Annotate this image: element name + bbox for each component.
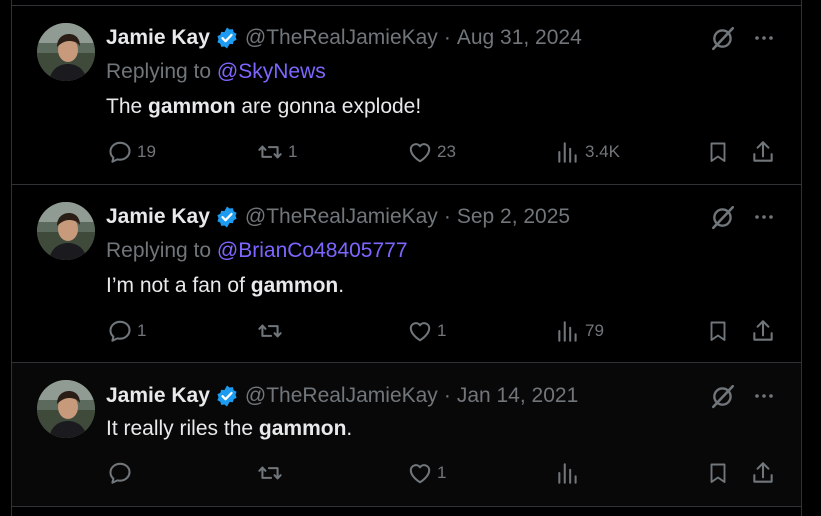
reply-button[interactable]: 19 xyxy=(107,139,156,165)
repost-icon xyxy=(256,460,284,486)
views-count: 79 xyxy=(585,321,604,340)
bookmark-button[interactable] xyxy=(706,139,730,165)
like-icon xyxy=(407,139,433,165)
views-count: 3.4K xyxy=(585,142,620,161)
avatar[interactable] xyxy=(37,380,95,438)
like-icon xyxy=(407,318,433,344)
bookmark-icon xyxy=(706,460,730,486)
author-handle[interactable]: @TheRealJamieKay xyxy=(245,384,438,408)
replying-to-mention[interactable]: @BrianCo48405777 xyxy=(217,239,408,262)
tweet-text: It really riles the gammon. xyxy=(106,417,352,441)
tweet-text: I’m not a fan of gammon. xyxy=(106,274,344,298)
separator-dot: · xyxy=(443,384,451,407)
like-count: 1 xyxy=(437,321,447,340)
tweet-text-part: are gonna explode! xyxy=(235,95,422,118)
repost-button[interactable] xyxy=(256,318,288,344)
repost-icon xyxy=(256,318,284,344)
tweet-date[interactable]: Sep 2, 2025 xyxy=(457,205,570,229)
tweet-text-bold: gammon xyxy=(258,417,347,440)
reply-button[interactable] xyxy=(107,460,137,486)
more-icon[interactable] xyxy=(752,26,776,50)
share-icon xyxy=(750,139,776,165)
separator-dot: · xyxy=(443,26,451,49)
tweet[interactable]: Jamie Kay @TheRealJamieKay · Jan 14, 202… xyxy=(12,363,801,507)
tweet-text-part: It really riles the xyxy=(106,417,259,440)
share-button[interactable] xyxy=(750,460,776,486)
views-icon xyxy=(555,318,581,344)
replying-to-label: Replying to xyxy=(106,239,212,262)
tweet-text-bold: gammon xyxy=(148,95,236,118)
replying-to-mention[interactable]: @SkyNews xyxy=(217,60,326,83)
repost-icon xyxy=(256,139,284,165)
share-icon xyxy=(750,318,776,344)
reply-count: 1 xyxy=(137,321,147,340)
views-button[interactable]: 3.4K xyxy=(555,139,620,165)
share-button[interactable] xyxy=(750,139,776,165)
verified-badge-icon[interactable] xyxy=(215,26,239,50)
tweet-date[interactable]: Jan 14, 2021 xyxy=(457,384,578,408)
author-handle[interactable]: @TheRealJamieKay xyxy=(245,205,438,229)
reply-button[interactable]: 1 xyxy=(107,318,146,344)
tweet-date[interactable]: Aug 31, 2024 xyxy=(457,26,582,50)
repost-button[interactable] xyxy=(256,460,288,486)
like-button[interactable]: 23 xyxy=(407,139,456,165)
avatar-image xyxy=(37,202,95,260)
separator-dot: · xyxy=(443,205,451,228)
tweet-text: The gammon are gonna explode! xyxy=(106,95,421,119)
verified-badge-icon[interactable] xyxy=(215,384,239,408)
author-name[interactable]: Jamie Kay xyxy=(106,205,210,229)
repost-button[interactable]: 1 xyxy=(256,139,297,165)
views-button[interactable]: 79 xyxy=(555,318,604,344)
tweet-text-part: I’m not a fan of xyxy=(106,274,251,297)
views-button[interactable] xyxy=(555,460,585,486)
tweet-text-bold: gammon xyxy=(250,274,339,297)
like-count: 23 xyxy=(437,142,456,161)
tweet[interactable]: Jamie Kay @TheRealJamieKay · Aug 31, 202… xyxy=(12,6,801,185)
reply-icon xyxy=(107,139,133,165)
replying-to-line: Replying to @SkyNews xyxy=(106,60,326,84)
reply-count: 19 xyxy=(137,142,156,161)
tweet-text-part: . xyxy=(346,417,353,440)
tweet-text-part: . xyxy=(338,274,345,297)
tweet-feed: Jamie Kay @TheRealJamieKay · Aug 31, 202… xyxy=(11,0,802,516)
grok-icon[interactable] xyxy=(710,25,736,51)
views-icon xyxy=(555,139,581,165)
like-button[interactable]: 1 xyxy=(407,460,446,486)
replying-to-label: Replying to xyxy=(106,60,212,83)
tweet-text-part: The xyxy=(106,95,149,118)
reply-icon xyxy=(107,460,133,486)
like-icon xyxy=(407,460,433,486)
more-icon[interactable] xyxy=(752,384,776,408)
tweet[interactable]: Jamie Kay @TheRealJamieKay · Sep 2, 2025… xyxy=(12,185,801,363)
avatar-image xyxy=(37,23,95,81)
more-icon[interactable] xyxy=(752,205,776,229)
author-handle[interactable]: @TheRealJamieKay xyxy=(245,26,438,50)
avatar[interactable] xyxy=(37,23,95,81)
like-button[interactable]: 1 xyxy=(407,318,446,344)
views-icon xyxy=(555,460,581,486)
replying-to-line: Replying to @BrianCo48405777 xyxy=(106,239,408,263)
bookmark-button[interactable] xyxy=(706,318,730,344)
grok-icon[interactable] xyxy=(710,383,736,409)
reply-icon xyxy=(107,318,133,344)
share-button[interactable] xyxy=(750,318,776,344)
repost-count: 1 xyxy=(288,142,298,161)
author-name[interactable]: Jamie Kay xyxy=(106,384,210,408)
like-count: 1 xyxy=(437,463,447,482)
bookmark-icon xyxy=(706,318,730,344)
verified-badge-icon[interactable] xyxy=(215,205,239,229)
author-name[interactable]: Jamie Kay xyxy=(106,26,210,50)
grok-icon[interactable] xyxy=(710,204,736,230)
bookmark-button[interactable] xyxy=(706,460,730,486)
bookmark-icon xyxy=(706,139,730,165)
share-icon xyxy=(750,460,776,486)
avatar[interactable] xyxy=(37,202,95,260)
avatar-image xyxy=(37,380,95,438)
